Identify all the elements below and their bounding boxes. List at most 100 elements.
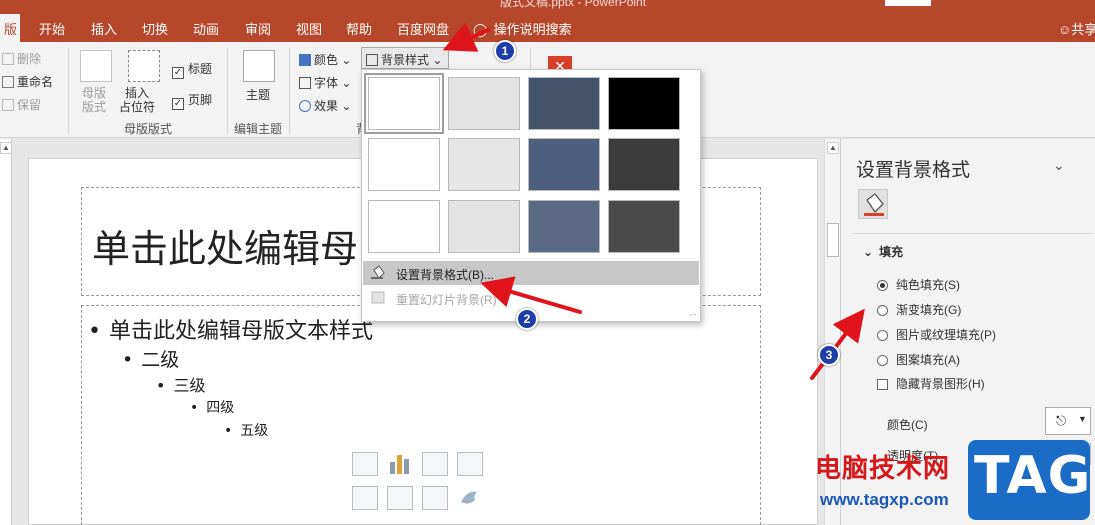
thumbnail-scroll-up[interactable]: ▲: [0, 142, 12, 154]
background-style-swatch[interactable]: [364, 73, 444, 134]
colors-label: 颜色: [314, 53, 339, 67]
ribbon-separator: [227, 48, 228, 134]
pattern-fill-radio[interactable]: 图案填充(A): [877, 351, 960, 368]
background-style-swatch[interactable]: [608, 200, 680, 253]
step-badge-3: 3: [818, 344, 840, 366]
tab-review[interactable]: 审阅: [245, 19, 271, 38]
insert-placeholder-icon: [128, 50, 160, 82]
tab-animations[interactable]: 动画: [193, 19, 219, 38]
master-layout-button[interactable]: 母版 版式: [82, 86, 106, 114]
share-label: 共享: [1071, 22, 1095, 37]
effects-dropdown[interactable]: 效果 ⌄: [299, 97, 351, 114]
watermark-url: www.tagxp.com: [820, 490, 949, 509]
background-style-swatch[interactable]: [448, 200, 520, 253]
pattern-fill-label: 图案填充(A): [896, 353, 960, 367]
background-style-swatch[interactable]: [528, 200, 600, 253]
checkbox-checked-icon: ✓: [172, 98, 184, 110]
background-style-swatch[interactable]: [528, 138, 600, 191]
insert-3d-model-icon[interactable]: [457, 452, 483, 476]
solid-fill-radio[interactable]: 纯色填充(S): [877, 276, 960, 293]
format-background-menu-item[interactable]: 设置背景格式(B)...: [363, 261, 699, 285]
tab-help[interactable]: 帮助: [346, 19, 372, 38]
collapse-chevron-icon: ⌄: [863, 245, 874, 259]
sign-in-button[interactable]: [885, 0, 931, 6]
colors-dropdown[interactable]: 颜色 ⌄: [299, 51, 351, 68]
color-label: 颜色(C): [887, 418, 928, 432]
fill-bucket-icon[interactable]: [858, 189, 888, 219]
color-palette-icon: [299, 54, 311, 66]
scrollbar-thumb[interactable]: [827, 223, 839, 257]
picture-texture-fill-radio[interactable]: 图片或纹理填充(P): [877, 326, 996, 343]
tab-slide-master[interactable]: 版: [0, 14, 21, 42]
tell-me-search[interactable]: ◯ 操作说明搜索: [473, 19, 572, 38]
footer-checkbox[interactable]: ✓ 页脚: [172, 91, 212, 110]
background-styles-dropdown[interactable]: 背景样式 ⌄: [361, 47, 449, 69]
effects-label: 效果: [314, 99, 339, 113]
insert-video-icon[interactable]: [422, 486, 448, 510]
font-icon: [299, 77, 311, 89]
fill-color-picker[interactable]: ⎋ ▼: [1045, 407, 1091, 435]
pin-icon: [2, 99, 14, 111]
pane-title: 设置背景格式: [856, 160, 971, 181]
reset-background-menu-item[interactable]: 重置幻灯片背景(R): [363, 286, 699, 310]
radio-selected-icon: [877, 280, 888, 291]
background-style-swatch[interactable]: [608, 138, 680, 191]
body-level-4-text: 四级: [206, 400, 235, 416]
scroll-up-arrow[interactable]: ▲: [827, 142, 839, 154]
reset-background-icon: [370, 290, 386, 305]
radio-icon: [877, 305, 888, 316]
tab-home[interactable]: 开始: [39, 19, 65, 38]
insert-picture-icon[interactable]: [352, 486, 378, 510]
background-style-swatch[interactable]: [368, 200, 440, 253]
pane-options-chevron-icon[interactable]: ⌄: [1053, 157, 1065, 174]
rename-icon: [2, 76, 14, 88]
share-button[interactable]: ☺共享: [1058, 19, 1095, 38]
group-label-master-layout: 母版版式: [124, 122, 173, 136]
title-checkbox-label: 标题: [188, 62, 213, 76]
background-style-swatch[interactable]: [448, 138, 520, 191]
tab-baidu-netdisk[interactable]: 百度网盘: [397, 19, 449, 38]
tab-transitions[interactable]: 切换: [142, 19, 168, 38]
checkbox-checked-icon: ✓: [172, 67, 184, 79]
insert-table-icon[interactable]: [352, 452, 378, 476]
background-style-swatch[interactable]: [448, 77, 520, 130]
insert-chart-icon[interactable]: [387, 452, 413, 476]
resize-grip-icon[interactable]: ⋯: [689, 310, 697, 319]
reset-background-label: 重置幻灯片背景(R): [396, 293, 497, 307]
title-checkbox[interactable]: ✓ 标题: [172, 60, 212, 79]
pane-divider: [853, 233, 1093, 234]
fonts-dropdown[interactable]: 字体 ⌄: [299, 74, 351, 91]
preserve-label: 保留: [17, 98, 42, 112]
background-styles-label: 背景样式: [381, 53, 430, 67]
hide-background-graphics-checkbox[interactable]: 隐藏背景图形(H): [877, 375, 985, 392]
paint-bucket-icon: [864, 193, 884, 216]
footer-checkbox-label: 页脚: [188, 93, 213, 107]
fill-section-header[interactable]: ⌄ 填充: [863, 243, 903, 260]
body-level-5-text: 五级: [240, 423, 269, 439]
step-badge-1: 1: [494, 40, 516, 62]
insert-smartart-icon[interactable]: [422, 452, 448, 476]
body-level-1-text: 单击此处编辑母版文本样式: [108, 319, 373, 344]
rename-label: 重命名: [17, 75, 54, 89]
thumbnail-strip[interactable]: [0, 139, 12, 525]
insert-online-picture-icon[interactable]: [387, 486, 413, 510]
preserve-button[interactable]: 保留: [2, 96, 41, 113]
tab-insert[interactable]: 插入: [91, 19, 117, 38]
delete-button[interactable]: 删除: [2, 50, 41, 67]
gradient-fill-radio[interactable]: 渐变填充(G): [877, 301, 961, 318]
rename-button[interactable]: 重命名: [2, 73, 53, 90]
ribbon-separator: [68, 48, 69, 134]
insert-icons-icon[interactable]: [457, 486, 483, 510]
lightbulb-icon: ◯: [473, 22, 488, 37]
tab-view[interactable]: 视图: [296, 19, 322, 38]
background-style-swatch[interactable]: [528, 77, 600, 130]
theme-icon: [243, 50, 275, 82]
background-style-swatch[interactable]: [608, 77, 680, 130]
solid-fill-label: 纯色填充(S): [896, 278, 960, 292]
insert-placeholder-button[interactable]: 插入 占位符: [119, 86, 155, 114]
picture-texture-fill-label: 图片或纹理填充(P): [896, 328, 996, 342]
theme-button[interactable]: 主题: [246, 86, 270, 103]
body-level-5: • 五级: [224, 423, 269, 439]
background-style-swatch[interactable]: [368, 138, 440, 191]
bar-chart-icon: [390, 455, 409, 474]
